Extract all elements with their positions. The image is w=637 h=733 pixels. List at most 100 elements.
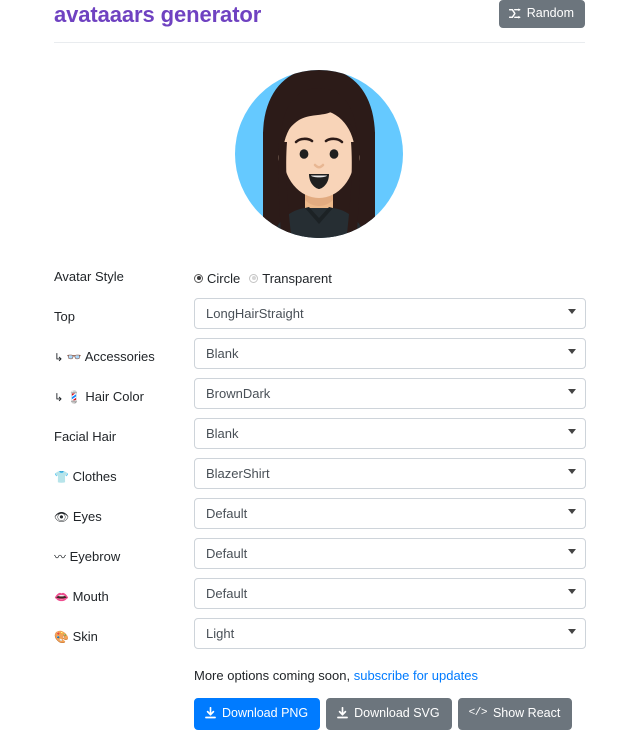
select-hair-color[interactable]: BrownDark bbox=[194, 378, 586, 409]
select-eyes-value: Default bbox=[206, 506, 248, 521]
label-text-accessories: Accessories bbox=[84, 349, 155, 364]
tshirt-icon: 👕 bbox=[54, 470, 69, 484]
radio-dot-transparent[interactable] bbox=[249, 273, 259, 283]
select-eyes[interactable]: Default bbox=[194, 498, 586, 529]
select-facial-hair-value: Blank bbox=[206, 426, 239, 441]
chevron-down-icon bbox=[568, 629, 576, 634]
random-button-label: Random bbox=[526, 6, 574, 20]
radio-avatar-style-circle[interactable]: Circle bbox=[194, 271, 240, 286]
palette-icon: 🎨 bbox=[54, 630, 69, 644]
chevron-down-icon bbox=[568, 389, 576, 394]
show-react-button[interactable]: </> Show React bbox=[457, 698, 573, 730]
control-accessories: Blank bbox=[194, 338, 586, 369]
control-top: LongHairStraight bbox=[194, 298, 586, 329]
select-top-value: LongHairStraight bbox=[206, 306, 304, 321]
shuffle-icon bbox=[508, 8, 522, 19]
radio-avatar-style-transparent[interactable]: Transparent bbox=[249, 271, 332, 286]
chevron-down-icon bbox=[568, 469, 576, 474]
show-react-label: Show React bbox=[492, 706, 561, 720]
row-mouth: 👄 Mouth Default bbox=[0, 578, 637, 618]
chevron-down-icon bbox=[568, 589, 576, 594]
download-icon bbox=[337, 707, 349, 719]
select-hair-color-value: BrownDark bbox=[206, 386, 271, 401]
select-mouth-value: Default bbox=[206, 586, 248, 601]
row-skin: 🎨 Skin Light bbox=[0, 618, 637, 658]
label-text-eyebrow: Eyebrow bbox=[69, 549, 121, 564]
label-eyes: 👁 Eyes bbox=[54, 509, 102, 525]
label-text-skin: Skin bbox=[72, 629, 98, 644]
label-accessories: ↳ 👓 Accessories bbox=[54, 349, 155, 366]
header-divider bbox=[54, 42, 585, 43]
radio-label-circle: Circle bbox=[207, 270, 241, 286]
page-header: avataaars generator Random bbox=[0, 0, 637, 43]
row-clothes: 👕 Clothes BlazerShirt bbox=[0, 458, 637, 498]
action-button-row: Download PNG Download SVG </> Show React bbox=[194, 698, 614, 730]
control-skin: Light bbox=[194, 618, 586, 649]
row-accessories: ↳ 👓 Accessories Blank bbox=[0, 338, 637, 378]
code-icon: </> bbox=[468, 706, 488, 719]
select-eyebrow[interactable]: Default bbox=[194, 538, 586, 569]
select-accessories[interactable]: Blank bbox=[194, 338, 586, 369]
label-eyebrow: 〰 Eyebrow bbox=[54, 549, 120, 565]
label-skin: 🎨 Skin bbox=[54, 629, 98, 645]
label-avatar-style: Avatar Style bbox=[54, 269, 124, 284]
row-top: Top LongHairStraight bbox=[0, 298, 637, 338]
chevron-down-icon bbox=[568, 549, 576, 554]
download-svg-button[interactable]: Download SVG bbox=[326, 698, 452, 730]
select-clothes-value: BlazerShirt bbox=[206, 466, 270, 481]
avatar-style-control: Circle Transparent bbox=[194, 258, 586, 296]
avatar-style-radio-group: Circle Transparent bbox=[194, 258, 586, 296]
select-top[interactable]: LongHairStraight bbox=[194, 298, 586, 329]
glasses-icon: 👓 bbox=[66, 350, 82, 364]
label-text-mouth: Mouth bbox=[72, 589, 109, 604]
label-text-hair-color: Hair Color bbox=[85, 389, 144, 404]
subscribe-link[interactable]: subscribe for updates bbox=[354, 668, 478, 683]
label-text-facial-hair: Facial Hair bbox=[54, 429, 117, 444]
row-eyebrow: 〰 Eyebrow Default bbox=[0, 538, 637, 578]
select-eyebrow-value: Default bbox=[206, 546, 248, 561]
label-text-clothes: Clothes bbox=[72, 469, 117, 484]
select-accessories-value: Blank bbox=[206, 346, 239, 361]
footer: More options coming soon, subscribe for … bbox=[194, 668, 614, 730]
avatar-options-form: Avatar Style Circle Transparent Top Long… bbox=[0, 258, 637, 658]
label-mouth: 👄 Mouth bbox=[54, 589, 109, 605]
control-clothes: BlazerShirt bbox=[194, 458, 586, 489]
sub-arrow-hair-color: ↳ bbox=[54, 391, 64, 404]
mouth-icon: 👄 bbox=[54, 590, 69, 604]
random-button[interactable]: Random bbox=[498, 0, 585, 28]
select-skin-value: Light bbox=[206, 626, 235, 641]
coming-soon-text: More options coming soon, bbox=[194, 668, 351, 683]
radio-dot-circle[interactable] bbox=[194, 273, 203, 283]
radio-label-transparent: Transparent bbox=[262, 270, 332, 286]
eye-icon: 👁 bbox=[54, 510, 70, 524]
label-text-top: Top bbox=[54, 309, 75, 324]
label-top: Top bbox=[54, 309, 75, 326]
avatar-image bbox=[234, 70, 403, 238]
chevron-down-icon bbox=[568, 509, 576, 514]
row-avatar-style: Avatar Style Circle Transparent bbox=[0, 258, 637, 298]
row-hair-color: ↳ 💈 Hair Color BrownDark bbox=[0, 378, 637, 418]
label-clothes: 👕 Clothes bbox=[54, 469, 117, 485]
select-mouth[interactable]: Default bbox=[194, 578, 586, 609]
barber-pole-icon: 💈 bbox=[66, 390, 82, 404]
control-hair-color: BrownDark bbox=[194, 378, 586, 409]
control-mouth: Default bbox=[194, 578, 586, 609]
chevron-down-icon bbox=[568, 349, 576, 354]
chevron-down-icon bbox=[568, 429, 576, 434]
label-hair-color: ↳ 💈 Hair Color bbox=[54, 389, 144, 406]
page-title: avataaars generator bbox=[54, 2, 262, 27]
row-eyes: 👁 Eyes Default bbox=[0, 498, 637, 538]
wavy-dash-icon: 〰 bbox=[54, 550, 67, 564]
avatar-preview bbox=[0, 58, 637, 250]
download-png-label: Download PNG bbox=[222, 706, 309, 720]
select-skin[interactable]: Light bbox=[194, 618, 586, 649]
control-facial-hair: Blank bbox=[194, 418, 586, 449]
control-eyebrow: Default bbox=[194, 538, 586, 569]
label-text-eyes: Eyes bbox=[72, 509, 102, 524]
row-facial-hair: Facial Hair Blank bbox=[0, 418, 637, 458]
select-clothes[interactable]: BlazerShirt bbox=[194, 458, 586, 489]
sub-arrow-accessories: ↳ bbox=[54, 351, 64, 364]
download-svg-label: Download SVG bbox=[354, 706, 440, 720]
select-facial-hair[interactable]: Blank bbox=[194, 418, 586, 449]
download-png-button[interactable]: Download PNG bbox=[194, 698, 321, 730]
